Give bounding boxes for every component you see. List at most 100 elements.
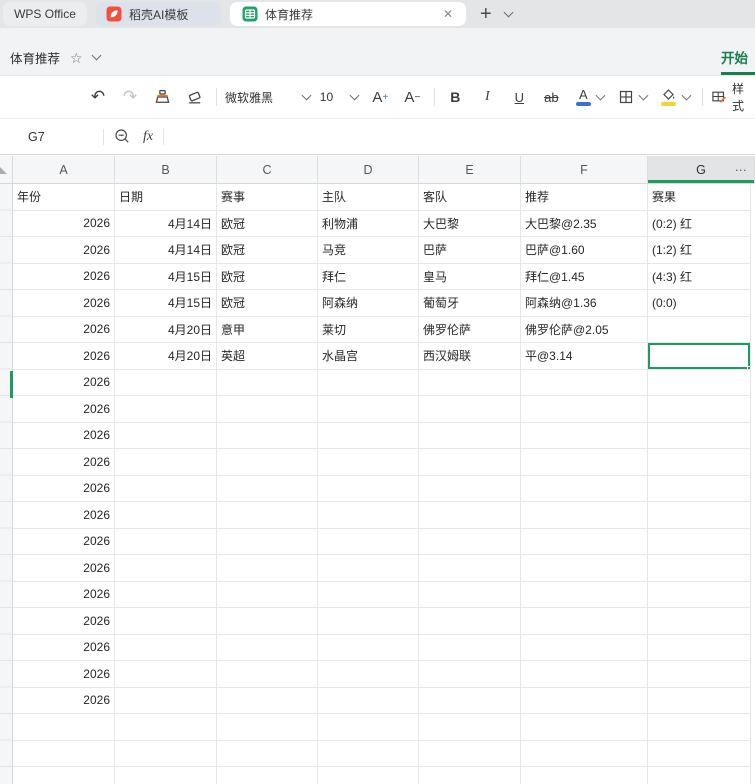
cell-C21[interactable] xyxy=(217,714,318,741)
cell-G18[interactable] xyxy=(648,634,751,661)
cell-C13[interactable] xyxy=(217,502,318,529)
cell-A5[interactable]: 2026 xyxy=(13,290,115,317)
cell-D15[interactable] xyxy=(318,555,419,582)
cell-B23[interactable] xyxy=(115,767,217,784)
cell-D9[interactable] xyxy=(318,396,419,423)
cell-E10[interactable] xyxy=(419,422,521,449)
cell-F23[interactable] xyxy=(521,767,648,784)
cell-B4[interactable]: 4月15日 xyxy=(115,263,217,290)
cell-F13[interactable] xyxy=(521,502,648,529)
cell-E9[interactable] xyxy=(419,396,521,423)
cell-F18[interactable] xyxy=(521,634,648,661)
cell-B2[interactable]: 4月14日 xyxy=(115,210,217,237)
cell-A18[interactable]: 2026 xyxy=(13,634,115,661)
cell-G15[interactable] xyxy=(648,555,751,582)
cell-B11[interactable] xyxy=(115,449,217,476)
cell-B13[interactable] xyxy=(115,502,217,529)
tab-wps-office[interactable]: WPS Office xyxy=(3,2,87,26)
cell-A2[interactable]: 2026 xyxy=(13,210,115,237)
strikethrough-button[interactable]: ab xyxy=(539,84,563,110)
cell-E4[interactable]: 皇马 xyxy=(419,263,521,290)
cell-C16[interactable] xyxy=(217,581,318,608)
cell-F3[interactable]: 巴萨@1.60 xyxy=(521,237,648,264)
column-header-F[interactable]: F xyxy=(521,156,648,183)
cell-F19[interactable] xyxy=(521,661,648,688)
cell-C17[interactable] xyxy=(217,608,318,635)
column-header-B[interactable]: B xyxy=(115,156,217,183)
cell-D8[interactable] xyxy=(318,369,419,396)
cell-B7[interactable]: 4月20日 xyxy=(115,343,217,370)
cell-D5[interactable]: 阿森纳 xyxy=(318,290,419,317)
cell-E2[interactable]: 大巴黎 xyxy=(419,210,521,237)
cell-G19[interactable] xyxy=(648,661,751,688)
cell-D20[interactable] xyxy=(318,687,419,714)
column-header-E[interactable]: E xyxy=(419,156,521,183)
italic-button[interactable]: I xyxy=(475,84,499,110)
cell-G14[interactable] xyxy=(648,528,751,555)
cell-E12[interactable] xyxy=(419,475,521,502)
formula-input[interactable] xyxy=(164,119,755,154)
cell-G17[interactable] xyxy=(648,608,751,635)
cell-C11[interactable] xyxy=(217,449,318,476)
borders-chevron-icon[interactable] xyxy=(638,90,649,100)
tab-docer-templates[interactable]: 稻壳AI模板 xyxy=(96,2,221,26)
format-painter-button[interactable] xyxy=(150,84,174,110)
cell-F14[interactable] xyxy=(521,528,648,555)
row-header-strip[interactable] xyxy=(0,184,13,784)
cell-G23[interactable] xyxy=(648,767,751,784)
cell-G20[interactable] xyxy=(648,687,751,714)
cell-A15[interactable]: 2026 xyxy=(13,555,115,582)
cell-B8[interactable] xyxy=(115,369,217,396)
column-header-D[interactable]: D xyxy=(318,156,419,183)
fill-handle[interactable] xyxy=(747,365,750,369)
cell-F10[interactable] xyxy=(521,422,648,449)
cell-F9[interactable] xyxy=(521,396,648,423)
cell-G11[interactable] xyxy=(648,449,751,476)
cell-C10[interactable] xyxy=(217,422,318,449)
cell-A4[interactable]: 2026 xyxy=(13,263,115,290)
fill-color-chevron-icon[interactable] xyxy=(681,90,692,100)
close-tab-icon[interactable]: ✕ xyxy=(440,6,456,22)
font-name-select[interactable]: 微软雅黑 xyxy=(225,89,312,106)
cell-C20[interactable] xyxy=(217,687,318,714)
cell-B20[interactable] xyxy=(115,687,217,714)
cell-E20[interactable] xyxy=(419,687,521,714)
column-header-A[interactable]: A xyxy=(13,156,115,183)
cell-E5[interactable]: 葡萄牙 xyxy=(419,290,521,317)
cell-C18[interactable] xyxy=(217,634,318,661)
cell-G22[interactable] xyxy=(648,740,751,767)
cell-E11[interactable] xyxy=(419,449,521,476)
cell-D2[interactable]: 利物浦 xyxy=(318,210,419,237)
font-size-select[interactable]: 10 xyxy=(320,90,360,104)
redo-button[interactable]: ↷ xyxy=(118,84,142,110)
cell-A16[interactable]: 2026 xyxy=(13,581,115,608)
cell-C1[interactable]: 赛事 xyxy=(217,184,318,211)
cell-G12[interactable] xyxy=(648,475,751,502)
cell-D18[interactable] xyxy=(318,634,419,661)
tab-document-active[interactable]: 体育推荐 ✕ xyxy=(230,2,466,26)
eraser-button[interactable] xyxy=(182,84,206,110)
cell-F16[interactable] xyxy=(521,581,648,608)
cell-A11[interactable]: 2026 xyxy=(13,449,115,476)
new-tab-button[interactable]: + xyxy=(480,4,492,24)
cell-B21[interactable] xyxy=(115,714,217,741)
ribbon-tab-start[interactable]: 开始 xyxy=(721,47,755,75)
cell-G3[interactable]: (1:2) 红 xyxy=(648,237,751,264)
cell-F17[interactable] xyxy=(521,608,648,635)
cell-C12[interactable] xyxy=(217,475,318,502)
cell-F2[interactable]: 大巴黎@2.35 xyxy=(521,210,648,237)
font-color-button[interactable]: A xyxy=(571,84,595,110)
cell-E16[interactable] xyxy=(419,581,521,608)
cell-G9[interactable] xyxy=(648,396,751,423)
cell-A1[interactable]: 年份 xyxy=(13,184,115,211)
cell-E22[interactable] xyxy=(419,740,521,767)
select-all-corner[interactable] xyxy=(0,156,13,184)
underline-button[interactable]: U xyxy=(507,84,531,110)
cell-G1[interactable]: 赛果 xyxy=(648,184,751,211)
cell-G2[interactable]: (0:2) 红 xyxy=(648,210,751,237)
bold-button[interactable]: B xyxy=(443,84,467,110)
cell-D4[interactable]: 拜仁 xyxy=(318,263,419,290)
fill-color-button[interactable] xyxy=(657,84,681,110)
cell-B18[interactable] xyxy=(115,634,217,661)
cell-F12[interactable] xyxy=(521,475,648,502)
